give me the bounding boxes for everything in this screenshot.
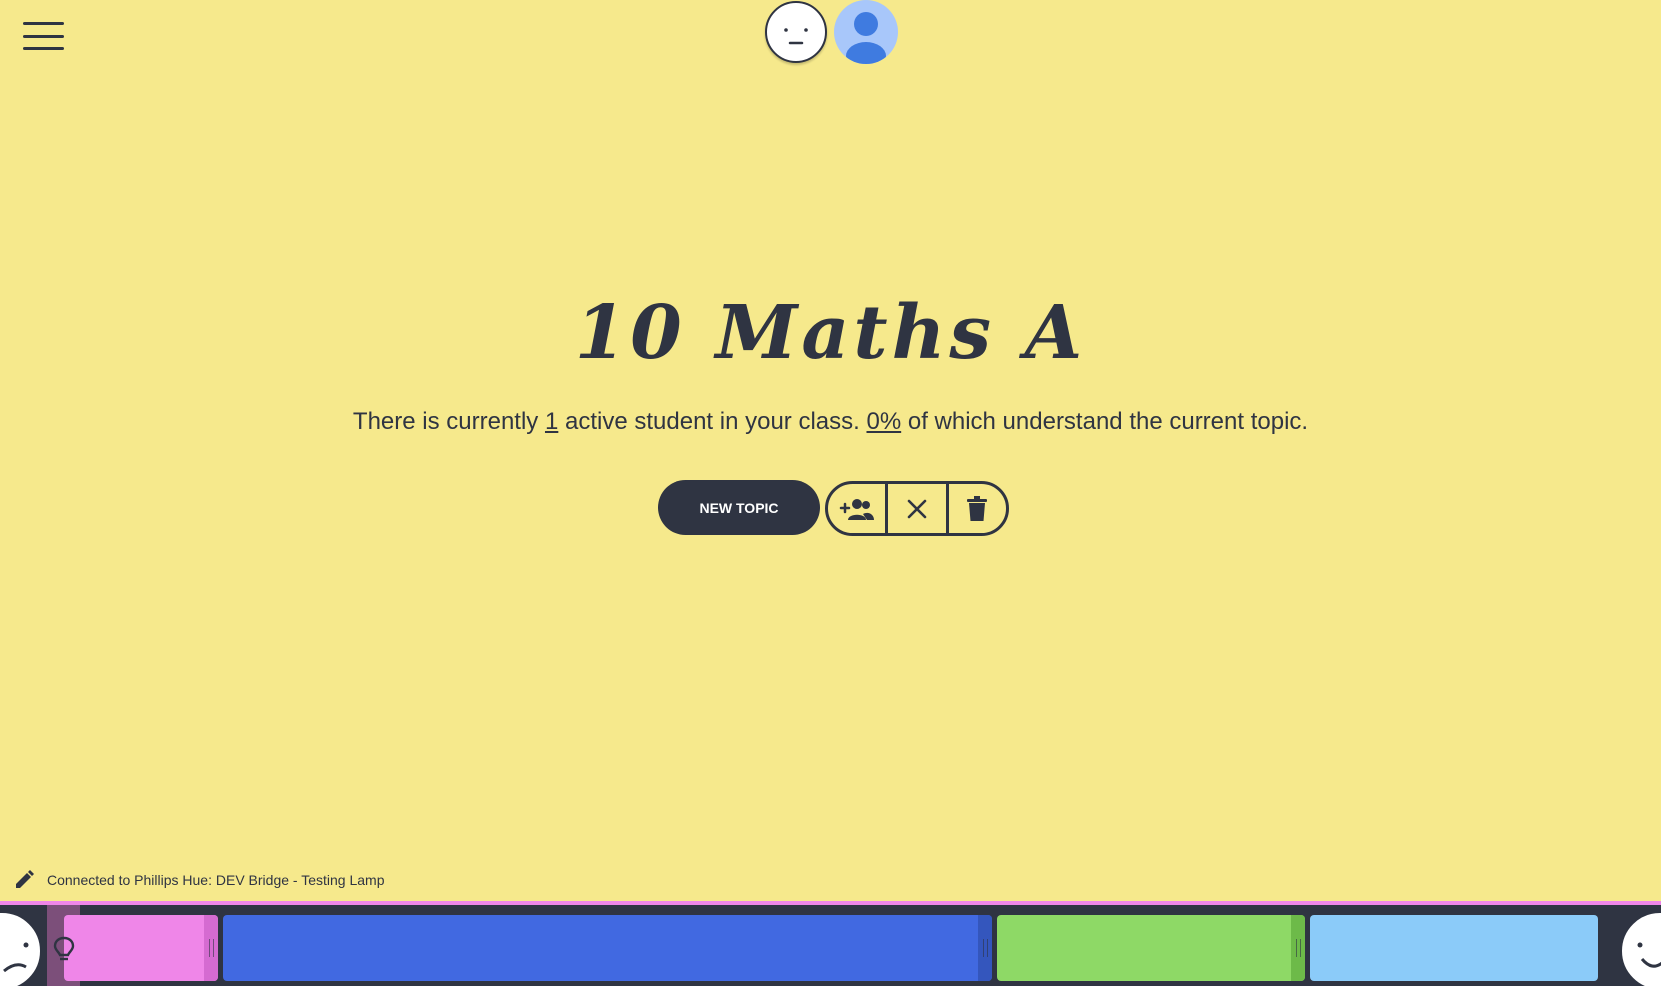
status-suffix: of which understand the current topic. — [901, 408, 1309, 435]
drag-handle[interactable] — [204, 915, 218, 981]
class-title: 10 Maths A — [574, 290, 1087, 376]
close-topic-button[interactable] — [885, 484, 945, 533]
neutral-face-icon[interactable] — [765, 1, 827, 63]
class-status-text: There is currently 1 active student in y… — [0, 408, 1661, 436]
drag-handle[interactable] — [978, 915, 992, 981]
connection-text: Connected to Phillips Hue: DEV Bridge - … — [47, 872, 385, 888]
neutral-face-graphic — [784, 28, 808, 45]
hue-connection-status: Connected to Phillips Hue: DEV Bridge - … — [13, 869, 384, 891]
new-topic-button[interactable]: NEW TOPIC — [658, 480, 820, 535]
menu-button[interactable] — [23, 22, 64, 50]
happy-face-icon — [1620, 911, 1661, 986]
user-silhouette-graphic — [846, 12, 886, 64]
sad-face-icon — [0, 911, 42, 986]
menu-line — [23, 34, 64, 38]
drag-handle[interactable] — [1291, 915, 1305, 981]
pencil-icon[interactable] — [13, 869, 35, 891]
add-group-icon — [839, 498, 874, 520]
menu-line — [23, 47, 64, 50]
sad-face-graphic — [3, 942, 29, 973]
class-action-group — [825, 481, 1009, 536]
blue-segment[interactable] — [223, 915, 992, 981]
understanding-bar — [0, 901, 1661, 986]
lightbulb-icon — [53, 936, 75, 961]
green-segment[interactable] — [997, 915, 1305, 981]
user-avatar-icon[interactable] — [834, 0, 898, 64]
happy-face-graphic — [1637, 942, 1661, 968]
add-students-button[interactable] — [828, 484, 885, 533]
trash-icon — [967, 495, 988, 521]
status-prefix: There is currently — [352, 408, 545, 435]
close-icon — [907, 499, 927, 518]
menu-line — [23, 22, 64, 25]
status-middle: active student in your class. — [558, 408, 867, 435]
pink-segment[interactable] — [64, 915, 218, 981]
light-blue-segment[interactable] — [1310, 915, 1598, 981]
understanding-percent: 0% — [866, 408, 902, 435]
active-student-count: 1 — [544, 408, 559, 435]
delete-class-button[interactable] — [945, 484, 1006, 533]
